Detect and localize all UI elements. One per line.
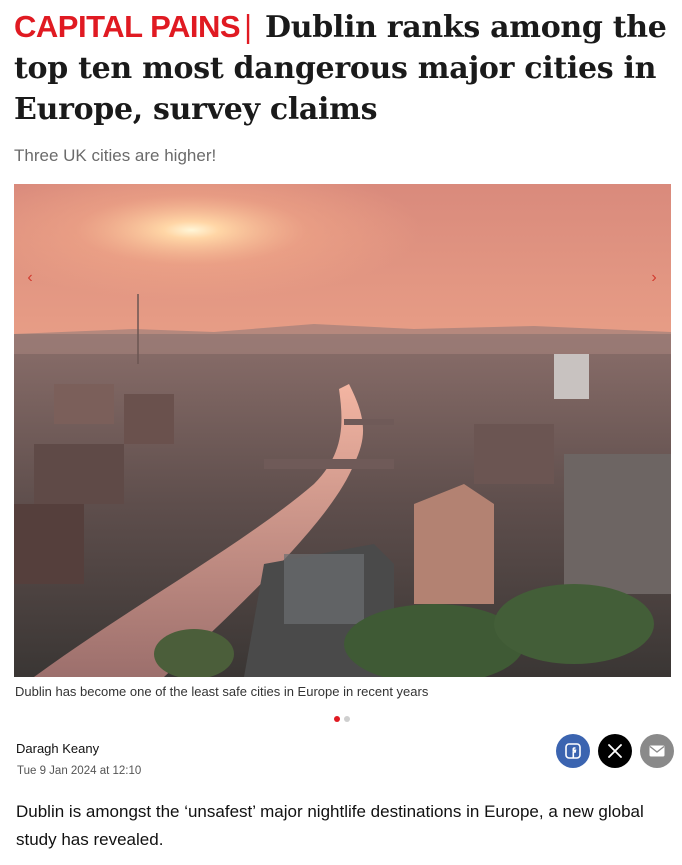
kicker-separator: | [243,10,253,45]
author-name[interactable]: Daragh Keany [16,741,99,756]
gallery-dot-2[interactable] [344,716,350,722]
chevron-right-icon[interactable]: › [648,268,660,288]
x-icon [608,744,622,758]
dublin-skyline-photo [14,184,671,677]
headline: CAPITAL PAINS | Dublin ranks among the to… [14,6,674,130]
image-caption: Dublin has become one of the least safe … [15,684,429,699]
facebook-icon [565,743,581,759]
kicker-label: CAPITAL PAINS [14,9,241,44]
article-body-paragraph: Dublin is amongst the ‘unsafest’ major n… [16,802,644,849]
subheadline: Three UK cities are higher! [14,146,217,165]
share-buttons [556,734,674,768]
x-share-button[interactable] [598,734,632,768]
chevron-left-icon[interactable]: ‹ [24,268,36,288]
email-share-button[interactable] [640,734,674,768]
publish-date: Tue 9 Jan 2024 at 12:10 [17,765,142,777]
gallery-pagination [334,716,350,722]
gallery-dot-1[interactable] [334,716,340,722]
facebook-share-button[interactable] [556,734,590,768]
email-icon [649,745,665,757]
hero-image[interactable] [14,184,671,677]
